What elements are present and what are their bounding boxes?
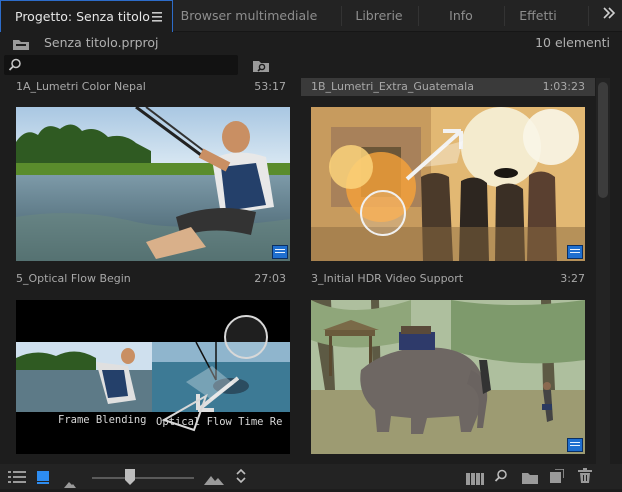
clip-duration: 3:27 [560,272,585,285]
overlay-label-frame-blending: Frame Blending [58,414,147,426]
clip-duration: 53:17 [254,80,286,93]
clip-type-badge [272,245,288,259]
clip-caption: 3_Initial HDR Video Support 3:27 [301,270,595,288]
tab-effects[interactable]: Effetti [506,0,570,32]
clip-name: 1B_Lumetri_Extra_Guatemala [311,80,474,93]
tab-media-browser[interactable]: Browser multimediale [173,0,325,32]
bottom-toolbar [0,464,622,489]
overlay-label-optical-flow: Optical Flow Time Re [156,416,283,428]
clip-caption: 5_Optical Flow Begin 27:03 [0,270,290,288]
clip-duration: 27:03 [254,272,286,285]
scrollbar-thumb[interactable] [598,82,608,198]
clip-name: 1A_Lumetri Color Nepal [16,80,146,93]
trash-icon[interactable] [578,468,592,487]
clip-thumbnail[interactable] [16,107,290,261]
mountain-large-icon[interactable] [204,470,224,489]
folder-icon[interactable] [12,36,30,55]
sort-icon[interactable] [236,468,246,488]
mountain-small-icon[interactable] [64,473,76,492]
tab-divider [588,6,589,26]
clip-grid: 1A_Lumetri Color Nepal 53:17 1B_Lumetri_… [0,78,596,464]
clip-type-badge [567,438,583,452]
clip-item[interactable]: 1A_Lumetri Color Nepal 53:17 [0,78,290,268]
zoom-slider-handle[interactable] [124,469,135,489]
tab-info-label: Info [449,8,473,23]
clip-item[interactable]: 3_Initial HDR Video Support 3:27 [301,270,595,464]
tab-libraries[interactable]: Librerie [342,0,416,32]
clip-item[interactable]: 1B_Lumetri_Extra_Guatemala 1:03:23 [301,78,595,268]
tab-divider [504,6,505,26]
new-bin-icon[interactable] [522,469,538,488]
item-count: 10 elementi [535,35,610,50]
search-input[interactable] [4,55,238,75]
tab-effects-label: Effetti [519,8,557,23]
new-item-icon[interactable] [550,468,565,487]
clip-item[interactable]: 5_Optical Flow Begin 27:03 Frame Blendin… [0,270,290,464]
clip-duration: 1:03:23 [542,80,585,93]
project-path-row: Senza titolo.prproj 10 elementi [0,32,622,54]
find-in-bin-icon[interactable] [252,58,270,77]
tab-info[interactable]: Info [420,0,502,32]
tab-media-browser-label: Browser multimediale [180,8,318,23]
clip-type-badge [567,245,583,259]
icon-view-icon[interactable] [36,469,50,488]
automate-to-sequence-icon[interactable] [466,470,484,489]
clip-thumbnail[interactable]: Frame Blending Optical Flow Time Re [16,300,290,454]
tab-project[interactable]: Progetto: Senza titolo [0,0,173,32]
tab-libraries-label: Librerie [355,8,403,23]
list-view-icon[interactable] [8,469,26,488]
clip-caption: 1B_Lumetri_Extra_Guatemala 1:03:23 [301,78,595,96]
clip-caption: 1A_Lumetri Color Nepal 53:17 [0,78,290,96]
zoom-slider-track[interactable] [92,477,194,479]
vertical-scrollbar[interactable] [596,78,610,464]
clip-name: 5_Optical Flow Begin [16,272,131,285]
tab-project-label: Progetto: Senza titolo [15,9,150,24]
find-icon[interactable] [494,468,508,487]
clip-name: 3_Initial HDR Video Support [311,272,464,285]
clip-thumbnail[interactable] [311,300,585,454]
clip-thumbnail[interactable] [311,107,585,261]
project-file-name: Senza titolo.prproj [44,35,159,50]
magnifier-icon [8,57,22,76]
tab-divider [418,6,419,26]
panel-tab-bar: Progetto: Senza titolo Browser multimedi… [0,0,622,32]
double-chevron-right-icon[interactable] [602,0,616,32]
